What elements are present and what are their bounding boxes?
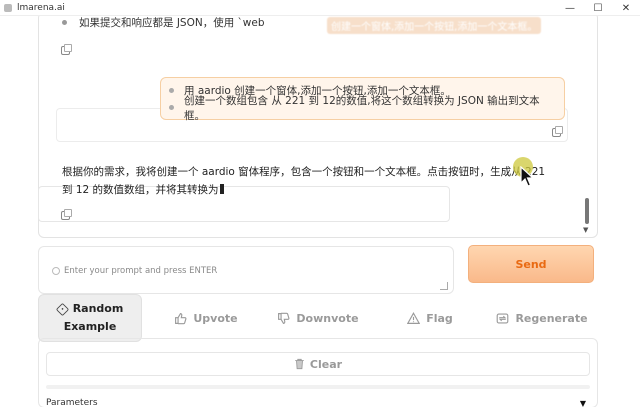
regenerate-button[interactable]: Regenerate <box>486 303 598 333</box>
window-controls: — ☐ ✕ <box>556 0 640 16</box>
user-message-bubble: 用 aardio 创建一个窗体,添加一个按钮,添加一个文本框。 创建一个数组包含… <box>160 77 565 122</box>
mouse-cursor-icon <box>520 166 535 187</box>
clear-button[interactable]: Clear <box>46 352 590 376</box>
page-viewport: 如果提交和响应都是 JSON，使用 `web 创建一个窗体,添加一个按钮,添加一… <box>0 16 640 407</box>
random-example-button[interactable]: Random Example <box>38 294 142 342</box>
send-button[interactable]: Send <box>468 245 594 283</box>
window-title: lmarena.ai <box>17 2 65 13</box>
clear-label: Clear <box>309 357 343 371</box>
thumbs-down-icon <box>278 312 290 324</box>
downvote-button[interactable]: Downvote <box>262 303 374 333</box>
dice-icon <box>55 302 69 316</box>
previous-message-text: 如果提交和响应都是 JSON，使用 `web <box>79 17 265 29</box>
downvote-label: Downvote <box>296 311 359 325</box>
typing-caret <box>219 184 224 194</box>
bullet-icon <box>62 20 67 25</box>
chat-scrollbar[interactable]: ▼ <box>582 194 592 246</box>
maximize-button[interactable]: ☐ <box>584 0 612 16</box>
minimize-button[interactable]: — <box>556 0 584 16</box>
parameters-accordion[interactable]: Parameters ▼ <box>46 397 586 407</box>
warning-icon <box>407 311 421 324</box>
regenerate-label: Regenerate <box>515 311 588 325</box>
previous-message: 如果提交和响应都是 JSON，使用 `web 创建一个窗体,添加一个按钮,添加一… <box>62 16 567 45</box>
trash-icon <box>295 358 304 370</box>
vote-row: Upvote Downvote Flag Regenerate <box>150 303 598 333</box>
bullet-icon <box>169 105 174 110</box>
app-icon <box>4 3 12 12</box>
flag-button[interactable]: Flag <box>374 303 486 333</box>
parameters-label: Parameters <box>46 398 98 407</box>
copy-icon[interactable] <box>552 126 563 137</box>
scrollbar-thumb[interactable] <box>585 198 589 224</box>
parameter-slider[interactable] <box>46 385 590 389</box>
upvote-label: Upvote <box>193 311 238 325</box>
thumbs-up-icon <box>175 312 187 324</box>
chevron-down-icon[interactable]: ▼ <box>580 399 586 407</box>
regenerate-icon <box>497 312 509 324</box>
copy-icon[interactable] <box>61 209 72 220</box>
copy-icon[interactable] <box>61 44 72 55</box>
resize-grip-icon[interactable] <box>440 282 448 290</box>
random-example-label-2: Example <box>63 320 117 333</box>
random-example-label: Random <box>72 302 124 315</box>
scroll-down-icon[interactable]: ▼ <box>583 226 588 234</box>
overlay-text: 创建一个窗体,添加一个按钮,添加一个文本框。 <box>327 17 542 34</box>
user-item-text: 创建一个数组包含 从 221 到 12的数值,将这个数组转换为 JSON 输出到… <box>184 94 540 122</box>
list-item: 创建一个数组包含 从 221 到 12的数值,将这个数组转换为 JSON 输出到… <box>169 95 556 122</box>
bot-reply-text: 根据你的需求，我将创建一个 aardio 窗体程序，包含一个按钮和一个文本框。点… <box>62 166 546 196</box>
close-button[interactable]: ✕ <box>612 0 640 16</box>
prompt-input[interactable] <box>48 256 448 286</box>
upvote-button[interactable]: Upvote <box>150 303 262 333</box>
flag-label: Flag <box>426 311 453 325</box>
bullet-icon <box>169 88 174 93</box>
bot-reply: 根据你的需求，我将创建一个 aardio 窗体程序，包含一个按钮和一个文本框。点… <box>62 163 557 199</box>
window-titlebar: lmarena.ai — ☐ ✕ <box>0 0 640 16</box>
